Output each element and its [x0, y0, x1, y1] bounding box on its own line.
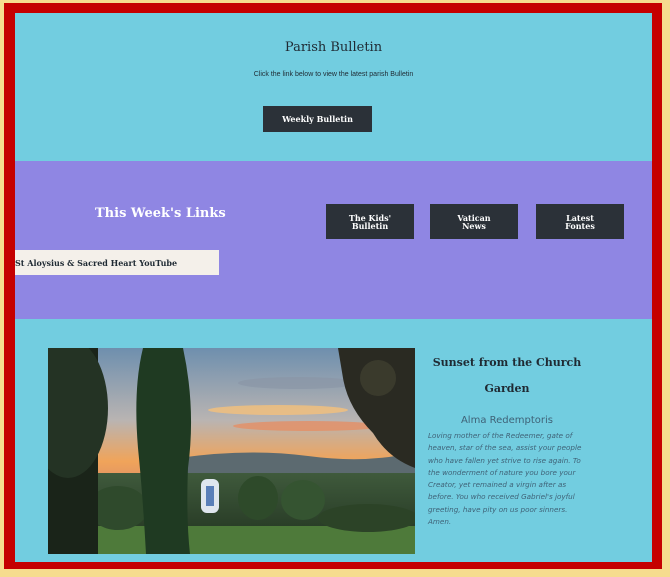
latest-fontes-button[interactable]: Latest Fontes	[536, 204, 624, 239]
prayer-title: Alma Redemptoris	[460, 415, 554, 426]
weekly-bulletin-button[interactable]: Weekly Bulletin	[263, 106, 372, 132]
photo-caption-title: Sunset from the Church Garden	[432, 356, 582, 395]
prayer-text: Loving mother of the Redeemer, gate of h…	[428, 431, 582, 527]
vatican-news-button[interactable]: Vatican News	[430, 204, 518, 239]
weekly-links-section: This Week's Links The Kids' Bulletin Vat…	[15, 161, 652, 319]
church-garden-section: Sunset from the Church Garden Alma Redem…	[15, 319, 652, 562]
latest-fontes-label: Latest Fontes	[565, 212, 595, 231]
red-frame: Parish Bulletin Click the link below to …	[4, 3, 662, 569]
kids-bulletin-button[interactable]: The Kids' Bulletin	[326, 204, 414, 239]
sunset-garden-photo	[48, 348, 415, 554]
kids-bulletin-label: The Kids' Bulletin	[348, 212, 392, 231]
content-area: Parish Bulletin Click the link below to …	[15, 13, 652, 562]
parish-bulletin-section: Parish Bulletin Click the link below to …	[15, 13, 652, 161]
vatican-news-label: Vatican News	[457, 212, 491, 231]
weekly-links-title: This Week's Links	[95, 206, 226, 221]
parish-bulletin-subtitle: Click the link below to view the latest …	[253, 71, 414, 78]
youtube-link-button[interactable]: St Aloysius & Sacred Heart YouTube	[15, 250, 219, 275]
parish-bulletin-title: Parish Bulletin	[284, 40, 383, 55]
